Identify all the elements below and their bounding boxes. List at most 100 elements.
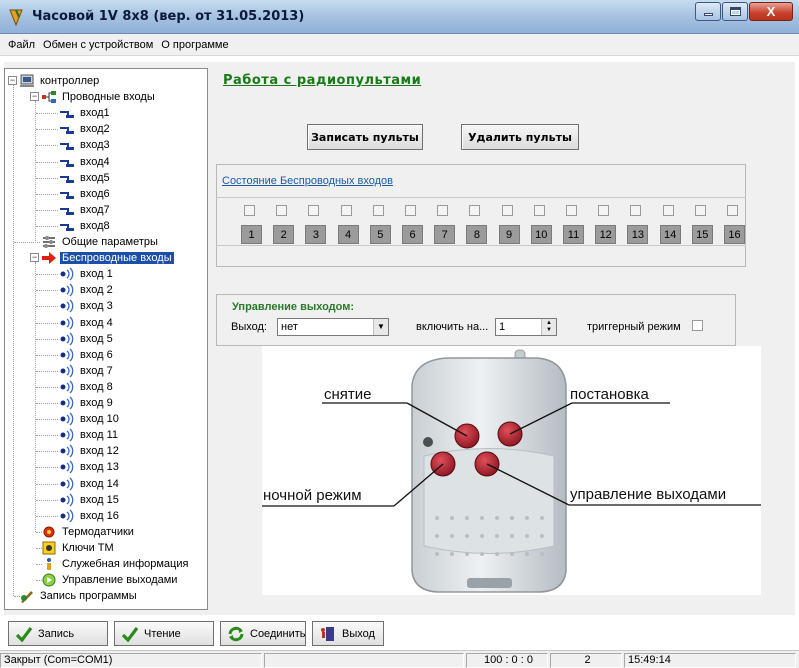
tree-wireless-input-9[interactable]: вход 9: [59, 395, 115, 411]
tree-connector: [36, 113, 58, 115]
tree-connector: [36, 274, 58, 276]
wired-input-icon: [59, 203, 75, 217]
tree-wireless-input-15-label: вход 15: [80, 493, 119, 506]
tree-wireless-input-12[interactable]: вход 12: [59, 443, 121, 459]
tree-wireless-input-11[interactable]: вход 11: [59, 427, 120, 443]
tree-wireless-input-8[interactable]: вход 8: [59, 379, 115, 395]
status-empty: [264, 653, 464, 668]
wireless-state-checkbox[interactable]: [694, 205, 706, 216]
menu-about[interactable]: О программе: [157, 39, 232, 51]
wireless-state-checkbox[interactable]: [727, 205, 738, 216]
tree-wireless-inputs[interactable]: Беспроводные входы: [41, 250, 174, 266]
wired-expander[interactable]: −: [30, 92, 39, 102]
tree-wireless-input-7[interactable]: вход 7: [59, 363, 115, 379]
write-button-label: Запись: [38, 627, 75, 640]
tree-wireless-input-10[interactable]: вход 10: [59, 411, 121, 427]
wireless-state-checkbox[interactable]: [501, 205, 513, 216]
wireless-state-checkbox[interactable]: [630, 205, 642, 216]
tree-wireless-input-9-label: вход 9: [80, 397, 113, 409]
trigger-mode-checkbox[interactable]: [692, 320, 703, 331]
output-control-title: Управление выходом:: [232, 301, 354, 313]
tree-service-info[interactable]: Служебная информация: [41, 556, 190, 572]
tree-wired-input-7[interactable]: вход7: [59, 202, 112, 218]
tree-wired-input-5[interactable]: вход5: [59, 170, 112, 186]
close-button[interactable]: X: [749, 2, 793, 21]
wireless-state-checkbox[interactable]: [405, 205, 416, 216]
tree-wired-input-1-label: вход1: [80, 107, 110, 120]
enable-duration-spinner[interactable]: 1 ▲ ▼: [495, 318, 557, 336]
write-remotes-button[interactable]: Записать пульты: [307, 124, 423, 150]
checkmark-icon: [121, 626, 139, 642]
output-select[interactable]: нет ▼: [277, 318, 389, 336]
tree-output-control[interactable]: Управление выходами: [41, 572, 179, 588]
tree-wired-input-4[interactable]: вход4: [59, 154, 112, 170]
tree-write-program[interactable]: Запись программы: [19, 588, 139, 604]
wireless-state-checkbox[interactable]: [437, 205, 449, 216]
delete-remotes-button[interactable]: Удалить пульты: [461, 124, 579, 150]
tree-wired-inputs[interactable]: Проводные входы: [41, 89, 157, 105]
wireless-state-checkbox[interactable]: [662, 205, 674, 216]
output-control-icon: [41, 573, 57, 587]
tree-wireless-input-6[interactable]: вход 6: [59, 347, 115, 363]
wireless-state-checkbox[interactable]: [308, 205, 320, 216]
wireless-state-checkbox[interactable]: [598, 205, 610, 216]
tree-wired-inputs-label: Проводные входы: [62, 91, 155, 104]
tree-wired-input-8[interactable]: вход8: [59, 218, 112, 234]
connect-button-label: Соединить: [250, 627, 306, 640]
tree-wired-input-5-label: вход5: [80, 171, 110, 184]
tree-wireless-input-13[interactable]: вход 13: [59, 459, 121, 475]
tree-wireless-input-14[interactable]: вход 14: [59, 476, 121, 492]
tree-wireless-input-16[interactable]: вход 16: [59, 508, 121, 524]
spinner-arrows-icon[interactable]: ▲ ▼: [541, 319, 556, 335]
menu-device-exchange[interactable]: Обмен с устройством: [39, 39, 157, 51]
wireless-state-title: Состояние Беспроводных входов: [222, 175, 393, 187]
exit-button[interactable]: Выход: [312, 621, 384, 646]
tree-wired-input-6[interactable]: вход6: [59, 186, 112, 202]
tree-tm-keys[interactable]: Ключи ТМ: [41, 540, 116, 556]
tree-connector: [36, 386, 58, 388]
menu-file[interactable]: Файл: [4, 39, 39, 51]
wired-input-icon: [59, 171, 75, 185]
tree-connector: [36, 193, 58, 195]
wireless-state-checkbox[interactable]: [533, 205, 545, 216]
tree-wireless-input-12-label: вход 12: [80, 445, 119, 458]
tree-root[interactable]: контроллер: [19, 73, 101, 89]
minimize-button[interactable]: [695, 2, 721, 21]
write-button[interactable]: Запись: [8, 621, 108, 646]
root-expander[interactable]: −: [8, 76, 17, 85]
wireless-input-icon: [59, 396, 75, 410]
tree-connector: [36, 370, 58, 372]
tree-general-params-label: Общие параметры: [62, 236, 158, 248]
tree-wireless-input-4[interactable]: вход 4: [59, 315, 115, 331]
navigation-tree[interactable]: − контроллер − Проводные входы вход1 вход2 вхо…: [4, 68, 208, 610]
wireless-state-checkbox[interactable]: [244, 205, 255, 216]
wireless-state-checkbox[interactable]: [372, 205, 384, 216]
tree-wired-input-6-label: вход6: [80, 187, 110, 200]
tree-wireless-input-3[interactable]: вход 3: [59, 298, 115, 314]
tree-general-params[interactable]: Общие параметры: [41, 234, 160, 250]
wireless-state-checkbox[interactable]: [276, 205, 288, 216]
tree-wireless-input-2[interactable]: вход 2: [59, 282, 115, 298]
read-button[interactable]: Чтение: [114, 621, 214, 646]
tree-wireless-input-15[interactable]: вход 15: [59, 492, 121, 508]
chevron-down-icon[interactable]: ▼: [373, 319, 388, 335]
maximize-button[interactable]: [722, 2, 748, 21]
tree-wireless-input-5[interactable]: вход 5: [59, 331, 115, 347]
wireless-state-checkbox[interactable]: [469, 205, 481, 216]
tree-connector: [36, 419, 58, 421]
wireless-expander[interactable]: −: [30, 253, 39, 263]
wireless-state-checkbox[interactable]: [340, 205, 352, 216]
enable-duration-value: 1: [499, 321, 506, 333]
title-bar: Часовой 1V 8x8 (вер. от 31.05.2013) X: [0, 0, 799, 34]
tree-wireless-input-1[interactable]: вход 1: [59, 266, 115, 282]
tree-root-label: контроллер: [40, 75, 100, 87]
label-arm: постановка: [570, 386, 649, 403]
tree-connector: [36, 129, 58, 131]
wireless-state-checkbox[interactable]: [566, 205, 577, 216]
info-icon: [41, 557, 57, 571]
tree-wired-input-2[interactable]: вход2: [59, 121, 112, 137]
connect-button[interactable]: Соединить: [220, 621, 306, 646]
tree-wired-input-3[interactable]: вход3: [59, 137, 112, 153]
tree-wired-input-1[interactable]: вход1: [59, 105, 112, 121]
tree-thermosensors[interactable]: Термодатчики: [41, 524, 136, 540]
